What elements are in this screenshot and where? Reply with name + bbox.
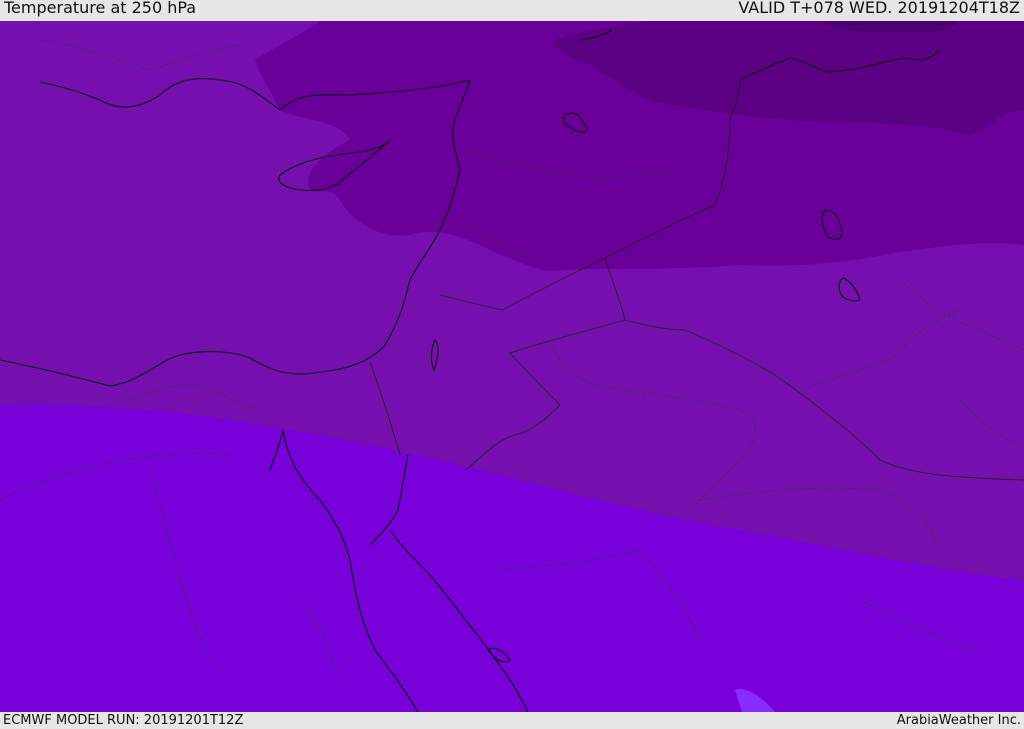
model-run: ECMWF MODEL RUN: 20191201T12Z: [3, 713, 244, 728]
map-header: Temperature at 250 hPa VALID T+078 WED. …: [0, 0, 1024, 21]
map-title: Temperature at 250 hPa: [4, 0, 197, 17]
credit: ArabiaWeather Inc.: [896, 713, 1021, 728]
temperature-map: [0, 21, 1024, 712]
valid-time: VALID T+078 WED. 20191204T18Z: [738, 0, 1020, 17]
map-canvas: [0, 21, 1024, 712]
map-footer: ECMWF MODEL RUN: 20191201T12Z ArabiaWeat…: [0, 712, 1024, 729]
